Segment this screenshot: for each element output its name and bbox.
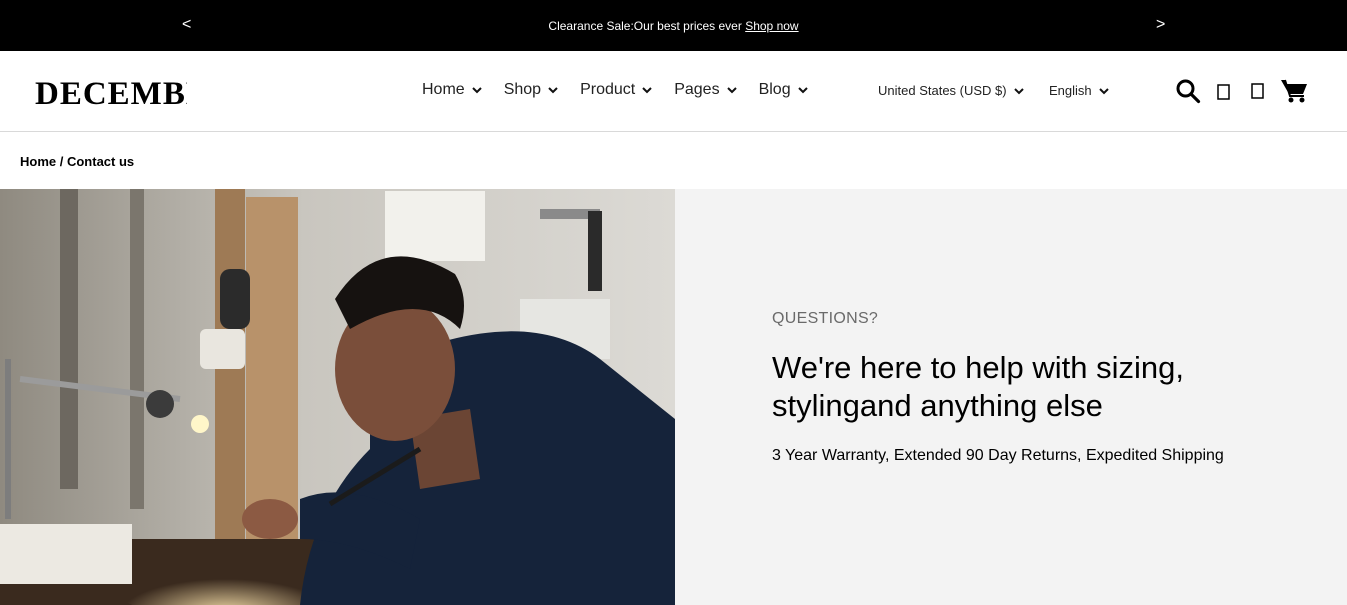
chevron-down-icon [797,87,808,94]
nav-label: Home [422,81,465,98]
announcement-message: Clearance Sale:Our best prices ever Shop… [0,19,1347,33]
hero-headline: We're here to help with sizing, stylinga… [772,350,1184,423]
site-header: DECEMBER Home Shop Product Pages Blog Un… [0,51,1347,132]
search-button[interactable] [1175,78,1201,109]
hero-subline: 3 Year Warranty, Extended 90 Day Returns… [772,447,1224,464]
nav-item-home[interactable]: Home [422,81,482,99]
announcement-bar: < Clearance Sale:Our best prices ever Sh… [0,0,1347,51]
chevron-down-icon [1013,87,1024,94]
search-icon [1176,79,1201,104]
account-icon [1217,84,1230,100]
language-label: English [1049,83,1092,98]
shop-now-link[interactable]: Shop now [745,19,798,33]
nav-item-pages[interactable]: Pages [674,81,737,99]
nav-item-shop[interactable]: Shop [504,81,558,99]
cart-button[interactable] [1280,78,1308,109]
hero-panel: QUESTIONS? We're here to help with sizin… [675,189,1347,605]
nav-label: Pages [674,81,720,98]
chevron-down-icon [1098,87,1109,94]
main-nav: Home Shop Product Pages Blog [422,81,830,99]
breadcrumb: Home / Contact us [20,154,134,169]
svg-text:DECEMBER: DECEMBER [35,76,187,108]
language-selector[interactable]: English [1049,83,1109,98]
eyebrow-text: QUESTIONS? [772,310,879,327]
wishlist-icon [1251,83,1264,99]
announcement-text: Clearance Sale:Our best prices ever [548,19,742,33]
chevron-down-icon [548,87,558,94]
announcement-next-button[interactable]: > [1156,16,1165,34]
breadcrumb-home-link[interactable]: Home [20,154,56,169]
account-button[interactable] [1217,84,1230,105]
wishlist-button[interactable] [1251,83,1264,104]
chevron-down-icon [642,87,652,94]
nav-label: Blog [758,81,791,98]
watchmaker-photo [0,189,675,605]
nav-label: Product [580,81,636,98]
currency-selector[interactable]: United States (USD $) [878,83,1024,98]
logo[interactable]: DECEMBER [35,74,233,112]
nav-item-product[interactable]: Product [580,81,652,99]
chevron-down-icon [726,87,737,94]
nav-label: Shop [503,81,542,98]
currency-label: United States (USD $) [878,83,1007,98]
cart-icon [1281,79,1307,103]
logo-wordmark: DECEMBER [35,76,233,112]
hero-image [0,189,675,605]
nav-item-blog[interactable]: Blog [759,81,808,99]
breadcrumb-separator: / [56,154,67,169]
chevron-down-icon [471,87,482,94]
breadcrumb-current: Contact us [66,154,135,169]
